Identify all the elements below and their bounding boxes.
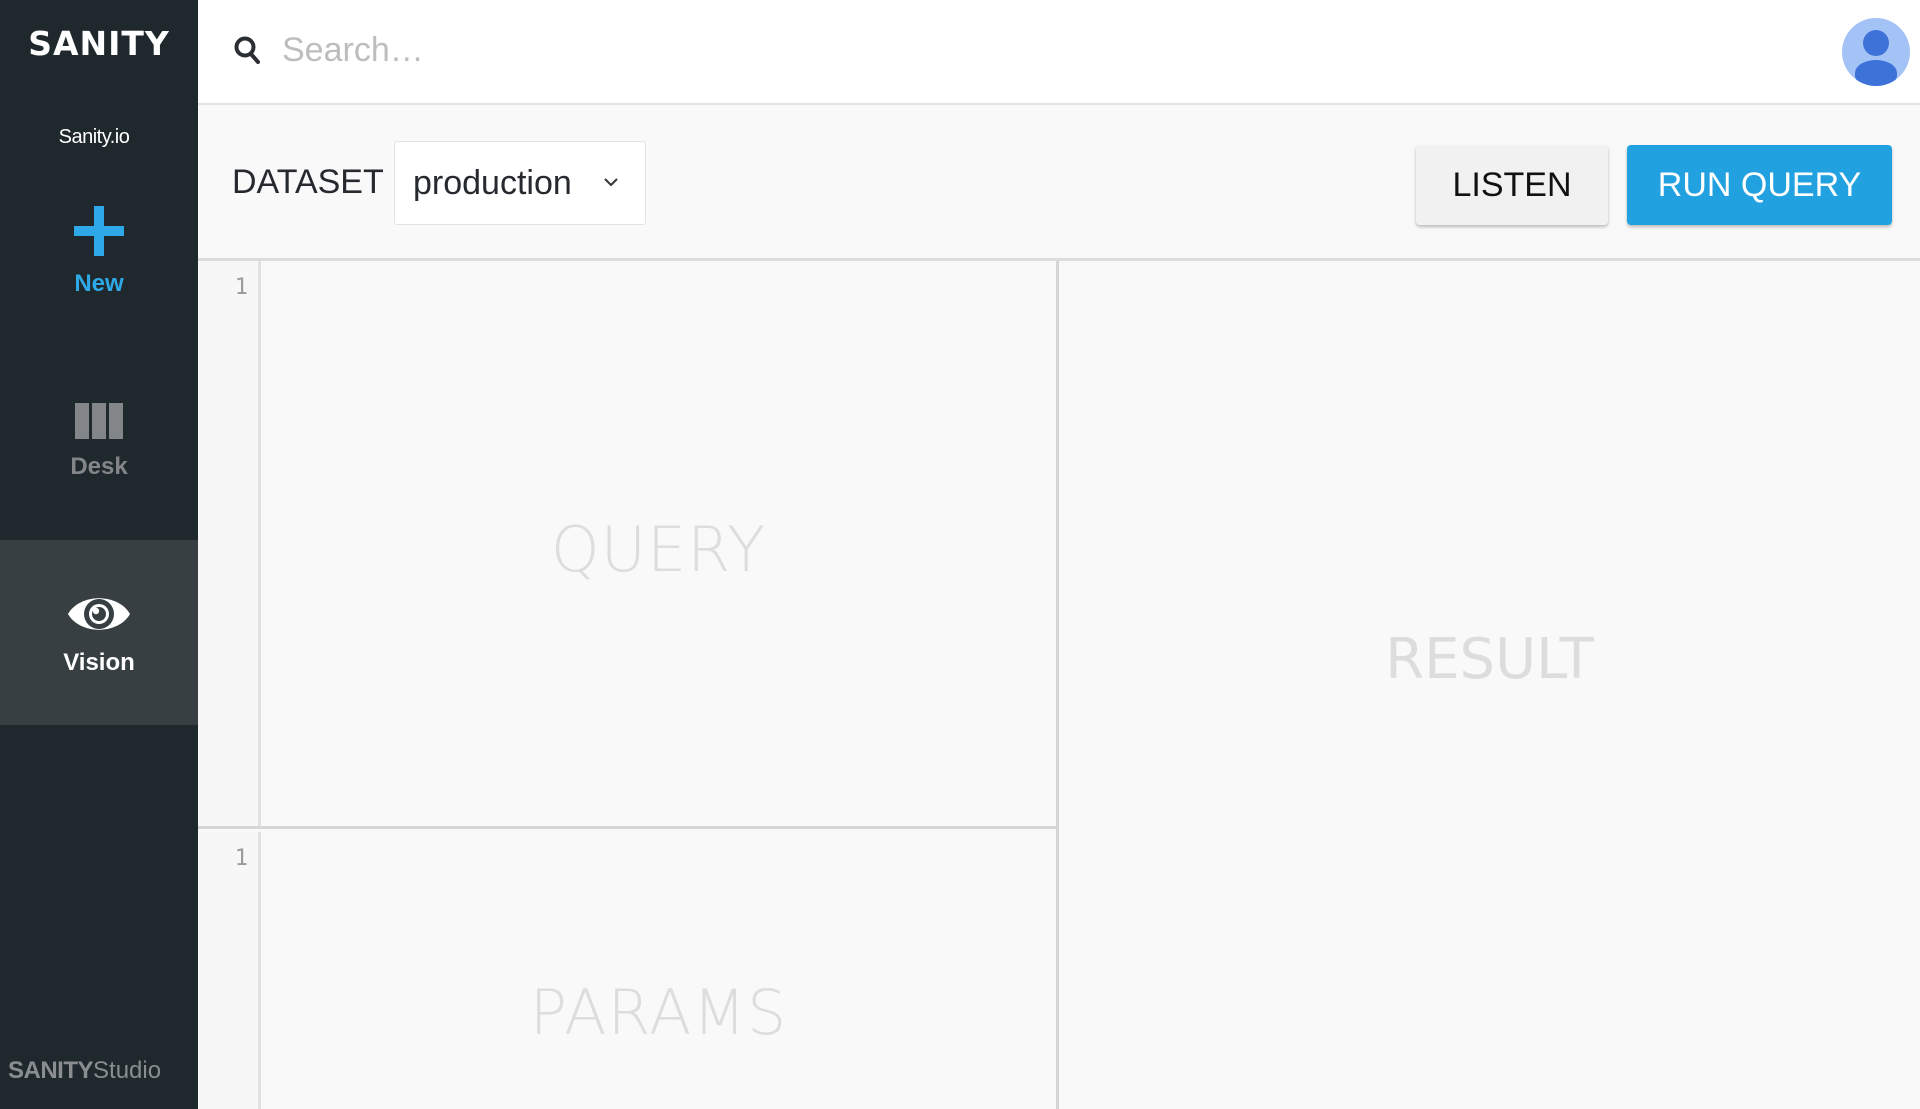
columns-icon: [75, 403, 123, 439]
query-toolbar: DATASET production LISTEN RUN QUERY: [198, 105, 1920, 261]
sidebar-item-new[interactable]: New: [0, 200, 198, 385]
result-placeholder: RESULT: [1385, 627, 1594, 692]
sidebar-item-label: New: [74, 270, 124, 297]
chevron-down-icon: [604, 178, 618, 187]
user-avatar-body: [1855, 60, 1897, 86]
dataset-label: DATASET: [232, 163, 384, 201]
dataset-selected-value: production: [413, 164, 572, 202]
query-gutter: 1: [198, 261, 261, 826]
params-placeholder: PARAMS: [529, 976, 788, 1049]
eye-icon: [68, 597, 130, 630]
sanity-logo[interactable]: SANITY: [0, 24, 198, 63]
user-avatar[interactable]: [1842, 18, 1910, 86]
dataset-select[interactable]: production: [394, 141, 646, 225]
params-editor[interactable]: 1 PARAMS: [198, 832, 1056, 1109]
sanity-studio-logo: SANITYStudio: [8, 1057, 161, 1085]
project-name: Sanity.io: [58, 126, 130, 148]
params-gutter: 1: [198, 832, 261, 1109]
top-header: [198, 0, 1920, 105]
sidebar-item-vision[interactable]: Vision: [0, 540, 198, 725]
result-pane: RESULT: [1059, 261, 1920, 1109]
footer-product: Studio: [93, 1057, 162, 1084]
search-input[interactable]: [282, 22, 882, 78]
user-avatar-icon: [1863, 30, 1889, 56]
search-icon[interactable]: [234, 36, 260, 66]
query-editor[interactable]: 1 QUERY: [198, 261, 1056, 829]
sidebar: SANITY Sanity.io New Desk Vision SANITYS…: [0, 0, 198, 1109]
sidebar-item-label: Desk: [70, 453, 128, 480]
sidebar-item-label: Vision: [63, 648, 135, 676]
run-query-button[interactable]: RUN QUERY: [1627, 145, 1892, 225]
footer-brand: SANITY: [8, 1057, 94, 1084]
listen-button[interactable]: LISTEN: [1416, 145, 1608, 225]
line-number: 1: [234, 275, 248, 300]
query-placeholder: QUERY: [550, 513, 767, 586]
plus-icon: [74, 206, 124, 256]
line-number: 1: [234, 846, 248, 871]
